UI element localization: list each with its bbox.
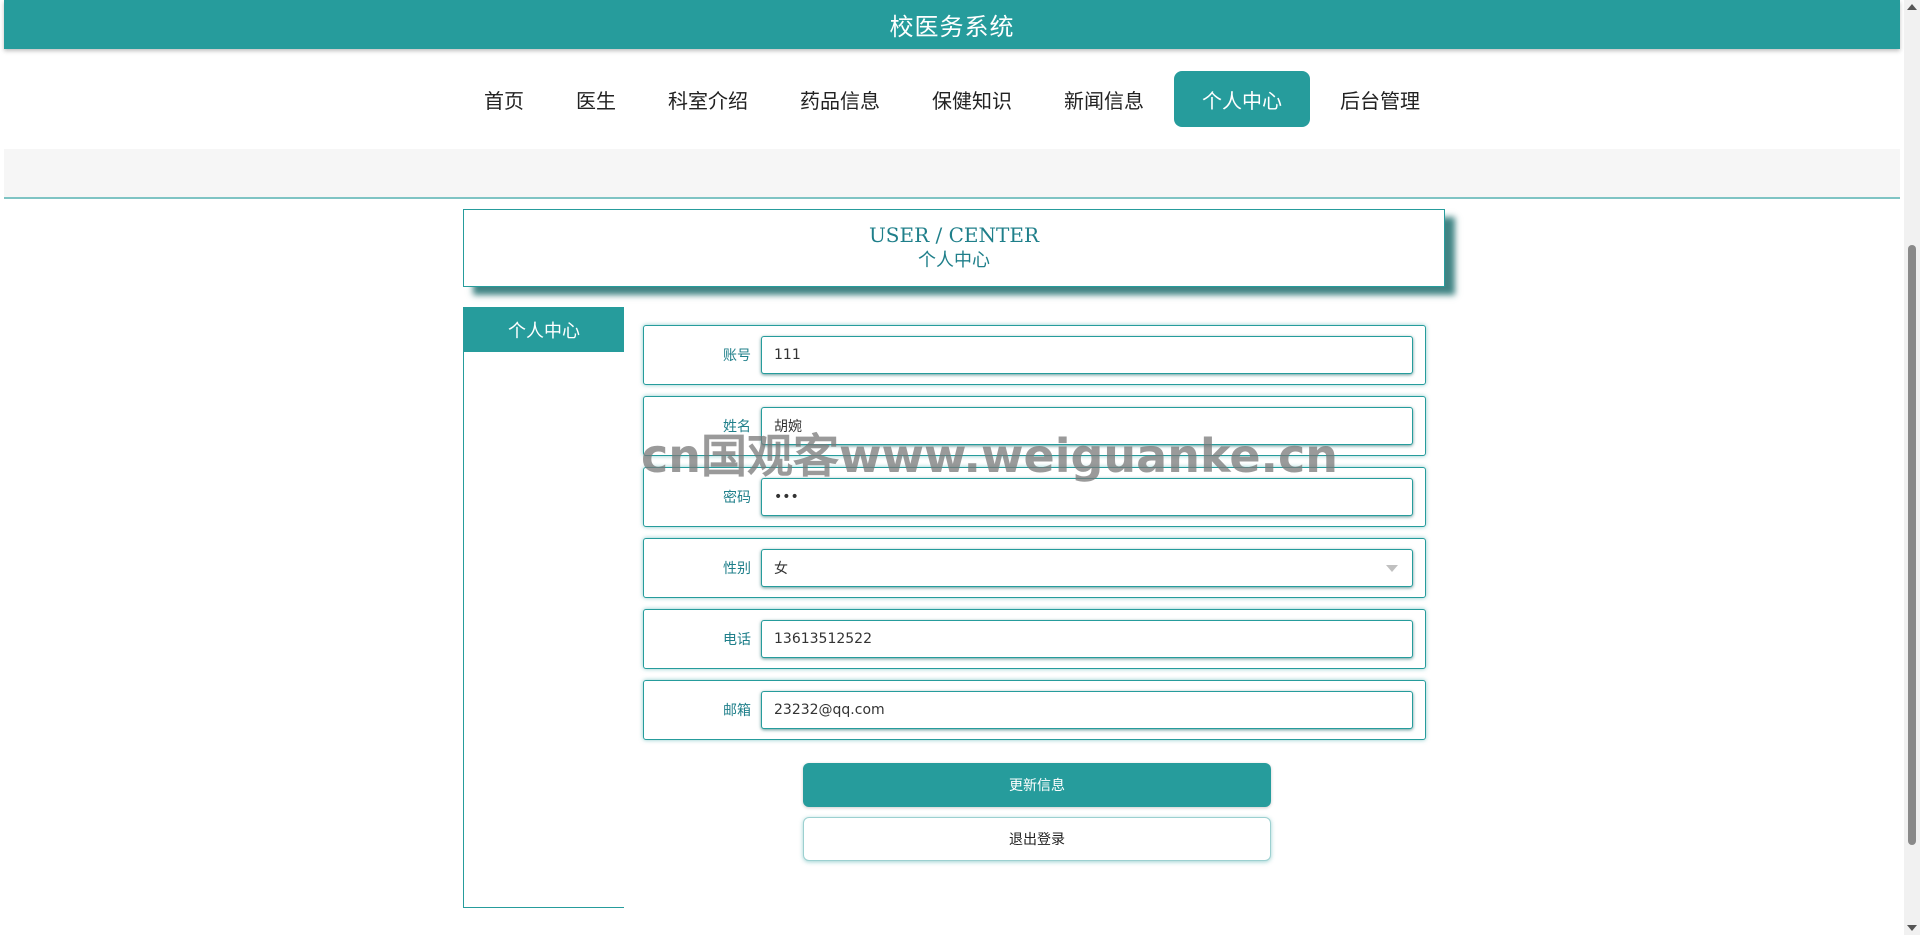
scroll-down-icon[interactable] (1907, 925, 1917, 931)
nav-item-personal-center[interactable]: 个人中心 (1174, 71, 1310, 127)
sidebar: 个人中心 (463, 307, 624, 908)
scroll-up-icon[interactable] (1907, 4, 1917, 10)
sub-banner (4, 149, 1900, 199)
gender-select[interactable]: 女 (761, 549, 1413, 587)
field-row-phone: 电话 13613512522 (643, 609, 1426, 669)
gender-select-value: 女 (774, 561, 788, 577)
page: 校医务系统 首页 医生 科室介绍 药品信息 保健知识 新闻信息 个人中心 后台管… (4, 0, 1900, 935)
page-scrollbar[interactable] (1904, 0, 1920, 935)
field-row-gender: 性别 女 (643, 538, 1426, 598)
nav-item-home[interactable]: 首页 (462, 71, 546, 127)
nav-item-health-knowledge[interactable]: 保健知识 (910, 71, 1034, 127)
gender-label: 性别 (723, 561, 751, 577)
nav-item-medicine[interactable]: 药品信息 (778, 71, 902, 127)
main-nav: 首页 医生 科室介绍 药品信息 保健知识 新闻信息 个人中心 后台管理 (4, 49, 1900, 149)
account-field[interactable]: 111 (761, 336, 1413, 374)
phone-label: 电话 (723, 632, 751, 648)
phone-field[interactable]: 13613512522 (761, 620, 1413, 658)
field-row-account: 账号 111 (643, 325, 1426, 385)
app-title-bar: 校医务系统 (4, 0, 1900, 49)
logout-button[interactable]: 退出登录 (803, 817, 1271, 861)
nav-item-departments[interactable]: 科室介绍 (646, 71, 770, 127)
nav-item-doctor[interactable]: 医生 (554, 71, 638, 127)
update-info-button[interactable]: 更新信息 (803, 763, 1271, 807)
email-label: 邮箱 (723, 703, 751, 719)
nav-item-admin[interactable]: 后台管理 (1318, 71, 1442, 127)
email-field[interactable]: 23232@qq.com (761, 691, 1413, 729)
section-title-box: USER / CENTER 个人中心 (463, 209, 1445, 287)
chevron-down-icon (1386, 565, 1398, 572)
nav-item-news[interactable]: 新闻信息 (1042, 71, 1166, 127)
section-title-cn: 个人中心 (918, 250, 990, 271)
field-row-email: 邮箱 23232@qq.com (643, 680, 1426, 740)
app-title: 校医务系统 (889, 13, 1015, 41)
watermark-text: cn国观客www.weiguanke.cn (641, 429, 1339, 483)
sidebar-item-personal-center[interactable]: 个人中心 (464, 307, 624, 352)
scrollbar-thumb[interactable] (1908, 245, 1916, 845)
section-title-en: USER / CENTER (868, 223, 1040, 247)
account-label: 账号 (723, 348, 751, 364)
